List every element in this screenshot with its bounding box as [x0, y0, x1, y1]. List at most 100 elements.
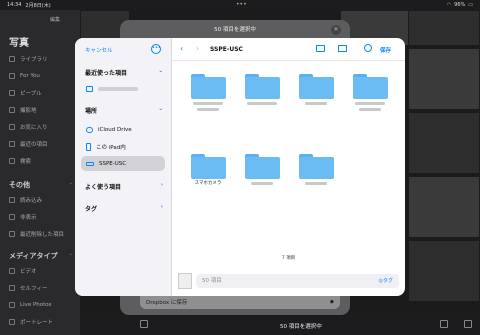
- drive-icon: [86, 161, 94, 166]
- save-button[interactable]: 保存: [380, 46, 391, 54]
- video-icon: [9, 268, 15, 274]
- filename-field[interactable]: 50 項目 ◎タグ: [196, 274, 399, 288]
- folder-icon: [298, 74, 334, 99]
- share-icon[interactable]: [140, 320, 148, 328]
- photos-sidebar: 編集 写真 ライブラリ For You ピープル 撮影地 お気に入り 最近の項目…: [0, 10, 80, 335]
- photo-library-icon: [9, 56, 15, 62]
- sidebar-item-video[interactable]: ビデオ: [9, 264, 79, 278]
- wifi-icon: ◠: [446, 2, 452, 8]
- grid-view-icon[interactable]: [338, 45, 347, 52]
- close-icon[interactable]: ✕: [331, 25, 341, 35]
- clock-icon: [9, 141, 15, 147]
- sidebar-item-recents[interactable]: 最近の項目: [9, 137, 79, 151]
- sidebar-item-sspe-usc[interactable]: SSPE-USC: [81, 156, 165, 171]
- live-photos-icon: [9, 302, 15, 308]
- blurred-text: [355, 102, 385, 105]
- folder-item[interactable]: [189, 74, 227, 114]
- sidebar-item-portrait[interactable]: ポートレート: [9, 315, 79, 329]
- other-section-header[interactable]: その他 ⌄: [9, 180, 73, 190]
- cancel-button[interactable]: キャンセル: [85, 46, 113, 54]
- new-folder-icon[interactable]: [316, 45, 325, 52]
- status-battery: 96%: [454, 2, 466, 8]
- chevron-down-icon: ⌄: [158, 68, 163, 74]
- screen: 14:34 2月8日(木) ◠ 96% ▭ ••• 編集 写真 ライブラリ Fo…: [0, 0, 480, 335]
- folder-item[interactable]: [351, 74, 389, 114]
- sidebar-item-selfies[interactable]: セルフィー: [9, 281, 79, 295]
- locations-header[interactable]: 場所 ⌄: [85, 106, 163, 115]
- forward-chevron-icon[interactable]: ›: [196, 44, 199, 53]
- chevron-down-icon: ⌄: [68, 251, 73, 257]
- chevron-right-icon: ›: [160, 204, 163, 210]
- more-icon[interactable]: [464, 320, 472, 328]
- sidebar-item-people[interactable]: ピープル: [9, 86, 79, 100]
- item-count: 7 項目: [281, 256, 296, 261]
- hidden-icon: [9, 214, 15, 220]
- folder-icon: [190, 154, 226, 179]
- tags-button[interactable]: ◎タグ: [379, 274, 393, 288]
- ipad-icon: [86, 142, 91, 151]
- folder-icon: [86, 85, 93, 92]
- file-thumbnail: [178, 273, 192, 289]
- folder-icon: [190, 74, 226, 99]
- sidebar-item-search[interactable]: 検索: [9, 154, 79, 168]
- dropbox-save-row[interactable]: Dropbox に保存 ◆: [140, 295, 340, 309]
- folder-item[interactable]: [243, 154, 281, 194]
- search-icon[interactable]: [364, 44, 372, 52]
- media-section-header[interactable]: メディアタイプ ⌄: [9, 251, 73, 261]
- favorites-header[interactable]: よく使う項目 ›: [85, 182, 163, 191]
- chevron-down-icon: ⌄: [68, 180, 73, 186]
- status-time: 14:34: [7, 2, 22, 8]
- blurred-text: [251, 182, 273, 185]
- trash-icon[interactable]: [440, 320, 448, 328]
- folder-label: スマホカメラ: [194, 181, 222, 186]
- people-icon: [9, 90, 15, 96]
- chevron-right-icon: ›: [160, 182, 163, 188]
- back-chevron-icon[interactable]: ‹: [180, 44, 183, 53]
- blurred-text: [98, 86, 138, 91]
- sidebar-item-places[interactable]: 撮影地: [9, 103, 79, 117]
- heart-icon: [9, 124, 15, 130]
- folder-item[interactable]: スマホカメラ: [189, 154, 227, 194]
- for-you-icon: [9, 73, 15, 79]
- sidebar-item-icloud-drive[interactable]: iCloud Drive: [81, 122, 165, 137]
- sidebar-item-live-photos[interactable]: Live Photos: [9, 298, 79, 312]
- folder-icon: [244, 154, 280, 179]
- sidebar-item-on-my-ipad[interactable]: この iPad内: [81, 139, 165, 154]
- edit-button[interactable]: 編集: [50, 16, 60, 23]
- blurred-text: [247, 102, 277, 105]
- recent-item[interactable]: [81, 81, 165, 96]
- status-date: 2月8日(木): [25, 2, 51, 9]
- sidebar-item-favorites[interactable]: お気に入り: [9, 120, 79, 134]
- multitask-dots-icon[interactable]: •••: [236, 1, 247, 8]
- share-sheet-title: 50 項目を選択中: [214, 27, 256, 33]
- folder-item[interactable]: [297, 74, 335, 114]
- sidebar-item-for-you[interactable]: For You: [9, 69, 79, 83]
- sidebar-item-recently-deleted[interactable]: 最近削除した項目: [9, 227, 79, 241]
- sidebar-item-hidden[interactable]: 非表示: [9, 210, 79, 224]
- map-pin-icon: [9, 107, 15, 113]
- folder-item[interactable]: [297, 154, 335, 194]
- bottom-toolbar: 50 項目を選択中: [80, 315, 480, 335]
- photos-title: 写真: [9, 38, 29, 49]
- selection-count: 50 項目を選択中: [280, 324, 322, 330]
- save-filename-bar: 50 項目 ◎タグ: [178, 273, 399, 289]
- sidebar-item-import[interactable]: 読み込み: [9, 193, 79, 207]
- folder-item[interactable]: [243, 74, 281, 114]
- search-icon: [9, 158, 15, 164]
- folder-icon: [298, 154, 334, 179]
- recents-header[interactable]: 最近使った項目 ⌄: [85, 68, 163, 77]
- cloud-icon: [86, 126, 93, 133]
- blurred-text: [193, 102, 223, 105]
- selfie-icon: [9, 285, 15, 291]
- sidebar-item-library[interactable]: ライブラリ: [9, 52, 79, 66]
- picker-content: ‹ › SSPE-USC 保存 スマホカメラ 7 項目 50 項目 ◎タグ: [172, 38, 405, 296]
- divider: [172, 60, 405, 61]
- files-picker: キャンセル ••• 最近使った項目 ⌄ 場所 ⌄ iCloud Drive この i…: [75, 38, 405, 296]
- picker-sidebar: キャンセル ••• 最近使った項目 ⌄ 場所 ⌄ iCloud Drive この i…: [75, 38, 172, 296]
- current-folder-title: SSPE-USC: [210, 46, 243, 53]
- dropbox-icon: ◆: [329, 299, 334, 305]
- more-options-icon[interactable]: •••: [151, 44, 161, 54]
- trash-icon: [9, 231, 15, 237]
- tags-header[interactable]: タグ ›: [85, 204, 163, 213]
- import-icon: [9, 197, 15, 203]
